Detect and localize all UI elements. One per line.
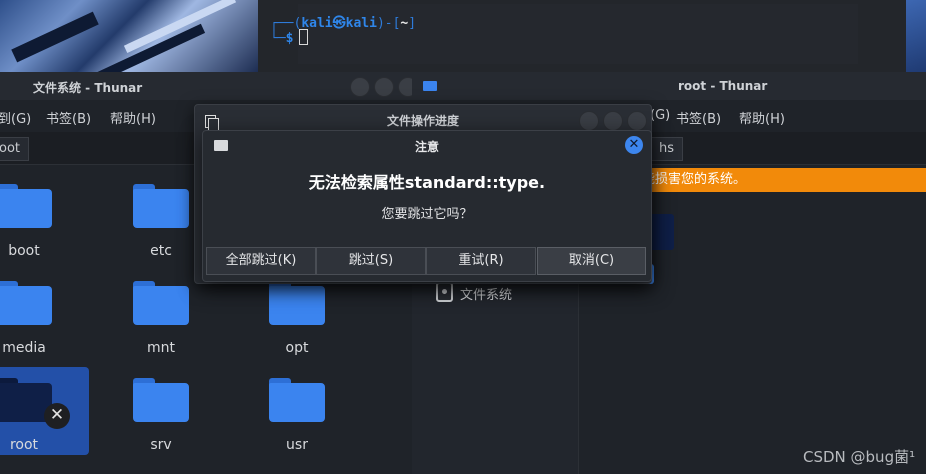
folder-icon[interactable]	[133, 184, 189, 228]
terminal-input-line[interactable]: └─$	[270, 29, 309, 46]
error-alert-dialog: 注意 ✕ 无法检索属性standard::type. 您要跳过它吗？ 全部跳过(…	[202, 130, 652, 282]
folder-label-mnt[interactable]: mnt	[111, 340, 211, 356]
menu-go[interactable]: (G)	[650, 108, 670, 123]
left-minimize-button[interactable]	[350, 77, 370, 97]
terminal-window[interactable]: ┌──(kali㉿kali)-[~] └─$	[258, 0, 906, 72]
close-icon[interactable]: ✕	[625, 136, 643, 154]
folder-label-srv[interactable]: srv	[111, 437, 211, 453]
folder-label-media[interactable]: media	[0, 340, 74, 356]
watermark: CSDN @bug菌¹	[803, 448, 916, 466]
desktop-wallpaper	[0, 0, 258, 72]
folder-icon[interactable]	[0, 281, 52, 325]
prompt-user-host: kali㉿kali	[301, 16, 377, 31]
menu-bookmarks[interactable]: 书签(B)	[676, 108, 721, 127]
progress-close-button[interactable]	[627, 111, 647, 131]
drive-icon	[436, 282, 453, 302]
left-titlebar[interactable]: 文件系统 - Thunar	[0, 72, 418, 100]
home-folder-icon	[423, 81, 437, 91]
progress-maximize-button[interactable]	[603, 111, 623, 131]
skip-button[interactable]: 跳过(S)	[316, 247, 426, 275]
left-maximize-button[interactable]	[374, 77, 394, 97]
path-button-hs[interactable]: hs	[650, 137, 684, 161]
folder-icon[interactable]	[0, 184, 52, 228]
right-window-title: root - Thunar	[678, 79, 768, 93]
folder-icon[interactable]	[133, 281, 189, 325]
folder-label-root[interactable]: root	[0, 437, 74, 453]
desktop-wallpaper-right	[906, 0, 926, 72]
progress-minimize-button[interactable]	[579, 111, 599, 131]
skip-all-button[interactable]: 全部跳过(K)	[206, 247, 316, 275]
menu-bookmarks[interactable]: 书签(B)	[46, 108, 91, 127]
side-item-filesystem[interactable]: 文件系统	[460, 284, 512, 303]
menu-help[interactable]: 帮助(H)	[110, 108, 156, 127]
folder-label-boot[interactable]: boot	[0, 243, 74, 259]
path-button-root[interactable]: oot	[0, 137, 30, 161]
folder-icon[interactable]	[269, 281, 325, 325]
dialog-button-row: 全部跳过(K) 跳过(S) 重试(R) 取消(C)	[206, 247, 647, 275]
retry-button[interactable]: 重试(R)	[426, 247, 536, 275]
no-access-icon: ✕	[44, 403, 70, 429]
folder-label-opt[interactable]: opt	[247, 340, 347, 356]
alert-message: 无法检索属性standard::type.	[308, 173, 546, 192]
left-window-title: 文件系统 - Thunar	[33, 81, 143, 95]
alert-dialog-title: 注意	[414, 140, 439, 154]
folder-icon[interactable]	[269, 378, 325, 422]
menu-help[interactable]: 帮助(H)	[739, 108, 785, 127]
menu-go[interactable]: 到(G)	[0, 108, 31, 127]
folder-label-usr[interactable]: usr	[247, 437, 347, 453]
prompt-dollar: $	[285, 31, 294, 46]
terminal-cursor	[299, 29, 309, 45]
warning-banner: 能损害您的系统。	[638, 168, 926, 192]
folder-icon[interactable]	[133, 378, 189, 422]
cancel-button[interactable]: 取消(C)	[537, 247, 646, 275]
right-titlebar[interactable]: root - Thunar	[412, 72, 926, 100]
alert-question: 您要跳过它吗？	[381, 207, 473, 222]
